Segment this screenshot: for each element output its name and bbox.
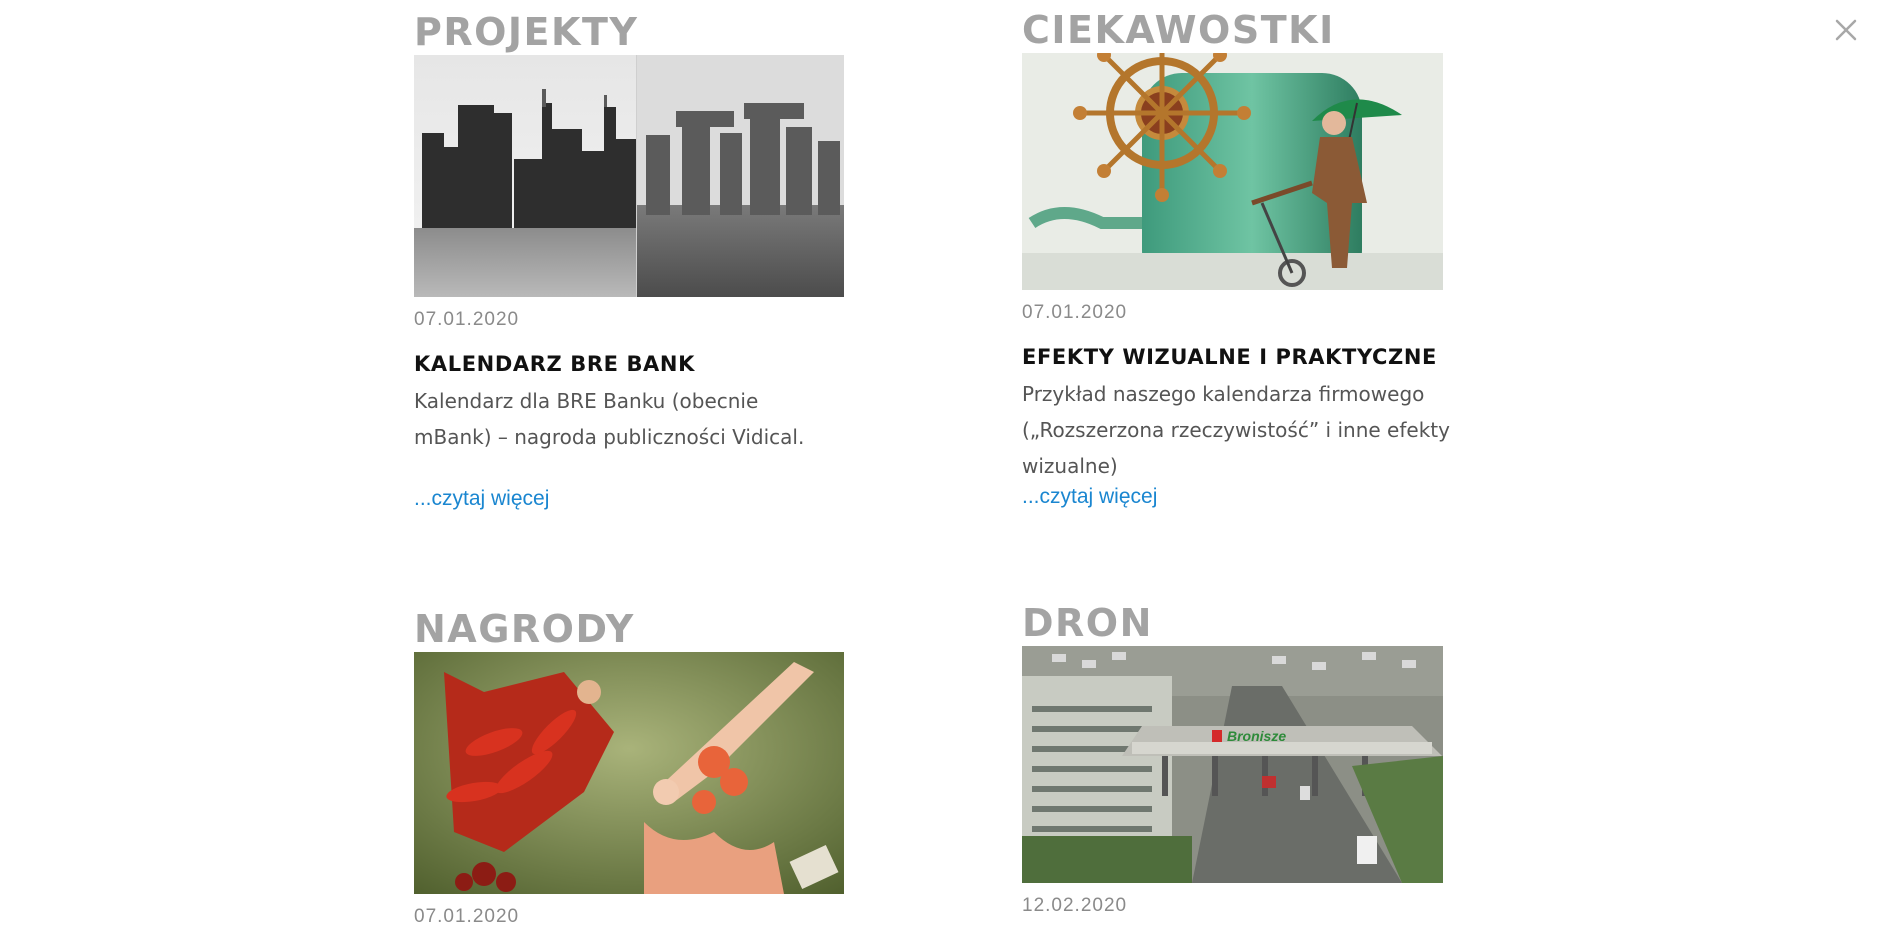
section-title: CIEKAWOSTKI — [1022, 8, 1335, 52]
post-excerpt: Przykład naszego kalendarza firmowego („… — [1022, 382, 1450, 478]
post-excerpt: Kalendarz dla BRE Banku (obecnie mBank) … — [414, 389, 805, 449]
section-title: NAGRODY — [414, 607, 635, 651]
section-title: PROJEKTY — [414, 10, 639, 54]
post-image-nagrody[interactable] — [414, 652, 844, 894]
read-more-link[interactable]: ...czytaj więcej — [414, 486, 549, 512]
post-date: 07.01.2020 — [1022, 302, 1128, 323]
close-icon[interactable] — [1832, 16, 1860, 44]
post-date: 07.01.2020 — [414, 906, 520, 927]
section-title: DRON — [1022, 601, 1153, 645]
news-overlay: PROJEKTY 07.01.2020 KALENDARZ BRE BANK K… — [0, 0, 1895, 929]
section-ciekawostki: CIEKAWOSTKI 07.01.2020 EFEKTY WIZUALNE I… — [1022, 8, 1462, 510]
bronisze-sign: Bronisze — [1227, 728, 1286, 744]
section-nagrody: NAGRODY 07.01.2020 — [414, 607, 854, 928]
section-dron: DRON Bronisze 12.02.2020 — [1022, 601, 1462, 917]
post-title[interactable]: KALENDARZ BRE BANK — [414, 351, 854, 377]
read-more-link[interactable]: ...czytaj więcej — [1022, 484, 1157, 510]
post-image-kalendarz-bre-bank[interactable] — [414, 55, 844, 297]
post-title[interactable]: EFEKTY WIZUALNE I PRAKTYCZNE — [1022, 344, 1462, 370]
section-projekty: PROJEKTY 07.01.2020 KALENDARZ BRE BANK K… — [414, 10, 854, 512]
post-date: 07.01.2020 — [414, 309, 520, 330]
post-image-dron[interactable]: Bronisze — [1022, 646, 1443, 883]
post-image-efekty-wizualne[interactable] — [1022, 53, 1443, 290]
post-date: 12.02.2020 — [1022, 895, 1128, 916]
